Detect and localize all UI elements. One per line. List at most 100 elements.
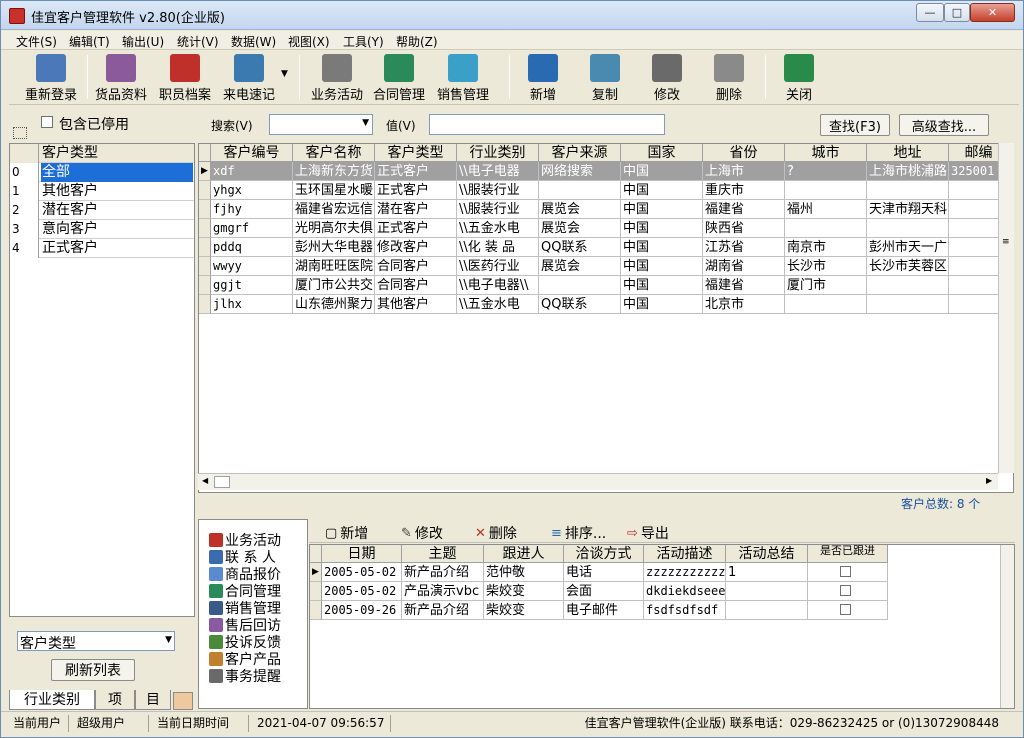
detail-toolbar-button-4[interactable]: ⇨ 导出: [627, 523, 669, 543]
grid-column-header[interactable]: 城市: [785, 144, 867, 162]
toolbar-button-2[interactable]: 职员档案: [155, 51, 215, 103]
phone-dropdown-chevron-icon[interactable]: ▼: [281, 69, 288, 79]
table-cell[interactable]: [726, 582, 808, 601]
table-cell[interactable]: fsdfsdfsdf: [644, 601, 726, 620]
table-cell[interactable]: 正式客户: [375, 181, 457, 200]
table-cell[interactable]: 电子邮件: [564, 601, 644, 620]
table-cell[interactable]: [726, 601, 808, 620]
refresh-list-button[interactable]: 刷新列表: [51, 659, 135, 681]
table-cell[interactable]: fjhy: [211, 200, 293, 219]
table-cell[interactable]: \\电子电器\\: [457, 276, 539, 295]
table-cell[interactable]: \\电子电器: [457, 162, 539, 181]
table-cell[interactable]: \\五金水电: [457, 295, 539, 314]
minimize-button[interactable]: —: [916, 3, 944, 22]
table-cell[interactable]: 湖南省: [703, 257, 785, 276]
table-cell[interactable]: 展览会: [539, 200, 621, 219]
grid-column-header[interactable]: 行业类别: [457, 144, 539, 162]
table-cell[interactable]: 彭州大华电器: [293, 238, 375, 257]
table-cell[interactable]: 江苏省: [703, 238, 785, 257]
followed-checkbox[interactable]: [840, 566, 851, 577]
activity-column-header[interactable]: 活动描述: [644, 545, 726, 563]
table-cell[interactable]: zzzzzzzzzzz: [644, 563, 726, 582]
table-cell[interactable]: 2005-05-02: [322, 563, 402, 582]
menu-item-3[interactable]: 统计(V): [177, 33, 219, 50]
followed-checkbox-cell[interactable]: [808, 563, 888, 582]
grid-column-header[interactable]: 国家: [621, 144, 703, 162]
tab-scroll-icon[interactable]: [173, 692, 193, 710]
table-cell[interactable]: 正式客户: [375, 219, 457, 238]
table-cell[interactable]: 厦门市公共交: [293, 276, 375, 295]
table-cell[interactable]: 上海新东方货: [293, 162, 375, 181]
table-cell[interactable]: QQ联系: [539, 295, 621, 314]
table-cell[interactable]: 展览会: [539, 219, 621, 238]
table-cell[interactable]: 山东德州聚力: [293, 295, 375, 314]
menu-item-2[interactable]: 输出(U): [122, 33, 164, 50]
table-cell[interactable]: 新产品介绍: [402, 601, 484, 620]
table-cell[interactable]: 2005-09-26: [322, 601, 402, 620]
menu-item-0[interactable]: 文件(S): [16, 33, 57, 50]
table-cell[interactable]: 电话: [564, 563, 644, 582]
business-module-item[interactable]: 事务提醒: [209, 666, 281, 686]
customer-type-item[interactable]: 1 其他客户: [10, 182, 194, 201]
menu-item-6[interactable]: 工具(Y): [343, 33, 384, 50]
table-cell[interactable]: 产品演示vbc: [402, 582, 484, 601]
detail-toolbar-button-2[interactable]: ✕ 删除: [475, 523, 517, 543]
table-cell[interactable]: 范仲敬: [484, 563, 564, 582]
table-cell[interactable]: [785, 219, 867, 238]
grid-column-header[interactable]: 客户类型: [375, 144, 457, 162]
table-cell[interactable]: [539, 181, 621, 200]
customer-type-item[interactable]: 2 潜在客户: [10, 201, 194, 220]
table-cell[interactable]: \\五金水电: [457, 219, 539, 238]
grid-column-header[interactable]: 客户来源: [539, 144, 621, 162]
close-button[interactable]: ✕: [970, 3, 1015, 22]
table-cell[interactable]: 中国: [621, 162, 703, 181]
table-cell[interactable]: [867, 219, 949, 238]
table-cell[interactable]: 陕西省: [703, 219, 785, 238]
table-cell[interactable]: yhgx: [211, 181, 293, 200]
followed-checkbox-cell[interactable]: [808, 582, 888, 601]
table-cell[interactable]: 北京市: [703, 295, 785, 314]
table-cell[interactable]: QQ联系: [539, 238, 621, 257]
activity-column-header[interactable]: 日期: [322, 545, 402, 563]
table-cell[interactable]: 中国: [621, 200, 703, 219]
table-cell[interactable]: \\服装行业: [457, 200, 539, 219]
table-cell[interactable]: 福建省: [703, 200, 785, 219]
scroll-thumb[interactable]: [214, 476, 230, 488]
table-cell[interactable]: 网络搜索: [539, 162, 621, 181]
menu-item-1[interactable]: 编辑(T): [69, 33, 110, 50]
activity-column-header[interactable]: 洽谈方式: [564, 545, 644, 563]
menu-item-4[interactable]: 数据(W): [231, 33, 276, 50]
detail-toolbar-button-3[interactable]: ≡ 排序...: [551, 523, 606, 543]
table-cell[interactable]: 中国: [621, 238, 703, 257]
table-cell[interactable]: gmgrf: [211, 219, 293, 238]
toolbar-button-9[interactable]: 修改: [645, 51, 689, 103]
table-cell[interactable]: ?: [785, 162, 867, 181]
left-tab-2[interactable]: 目: [135, 690, 171, 710]
table-cell[interactable]: 厦门市: [785, 276, 867, 295]
customer-type-item[interactable]: 3 意向客户: [10, 220, 194, 239]
table-cell[interactable]: dkdiekdseee: [644, 582, 726, 601]
toolbar-button-3[interactable]: 来电速记: [219, 51, 279, 103]
toolbar-button-8[interactable]: 复制: [583, 51, 627, 103]
grid-column-header[interactable]: 客户编号: [211, 144, 293, 162]
filter-type-select[interactable]: 客户类型 ▼: [17, 631, 175, 652]
table-cell[interactable]: 上海市桃浦路: [867, 162, 949, 181]
include-disabled-checkbox[interactable]: [41, 116, 53, 128]
table-cell[interactable]: jlhx: [211, 295, 293, 314]
table-cell[interactable]: 湖南旺旺医院: [293, 257, 375, 276]
table-cell[interactable]: \\服装行业: [457, 181, 539, 200]
table-cell[interactable]: 长沙市芙蓉区: [867, 257, 949, 276]
toolbar-button-10[interactable]: 删除: [707, 51, 751, 103]
table-cell[interactable]: 新产品介绍: [402, 563, 484, 582]
table-cell[interactable]: \\化 装 品: [457, 238, 539, 257]
detail-toolbar-button-1[interactable]: ✎ 修改: [401, 523, 443, 543]
followed-checkbox-cell[interactable]: [808, 601, 888, 620]
table-cell[interactable]: 潜在客户: [375, 200, 457, 219]
activity-column-header[interactable]: 主题: [402, 545, 484, 563]
table-cell[interactable]: 玉环国星水暖: [293, 181, 375, 200]
customer-type-item[interactable]: 4 正式客户: [10, 239, 194, 258]
toolbar-button-6[interactable]: 销售管理: [433, 51, 493, 103]
toolbar-button-1[interactable]: 货品资料: [91, 51, 151, 103]
table-cell[interactable]: xdf: [211, 162, 293, 181]
table-cell[interactable]: 中国: [621, 295, 703, 314]
